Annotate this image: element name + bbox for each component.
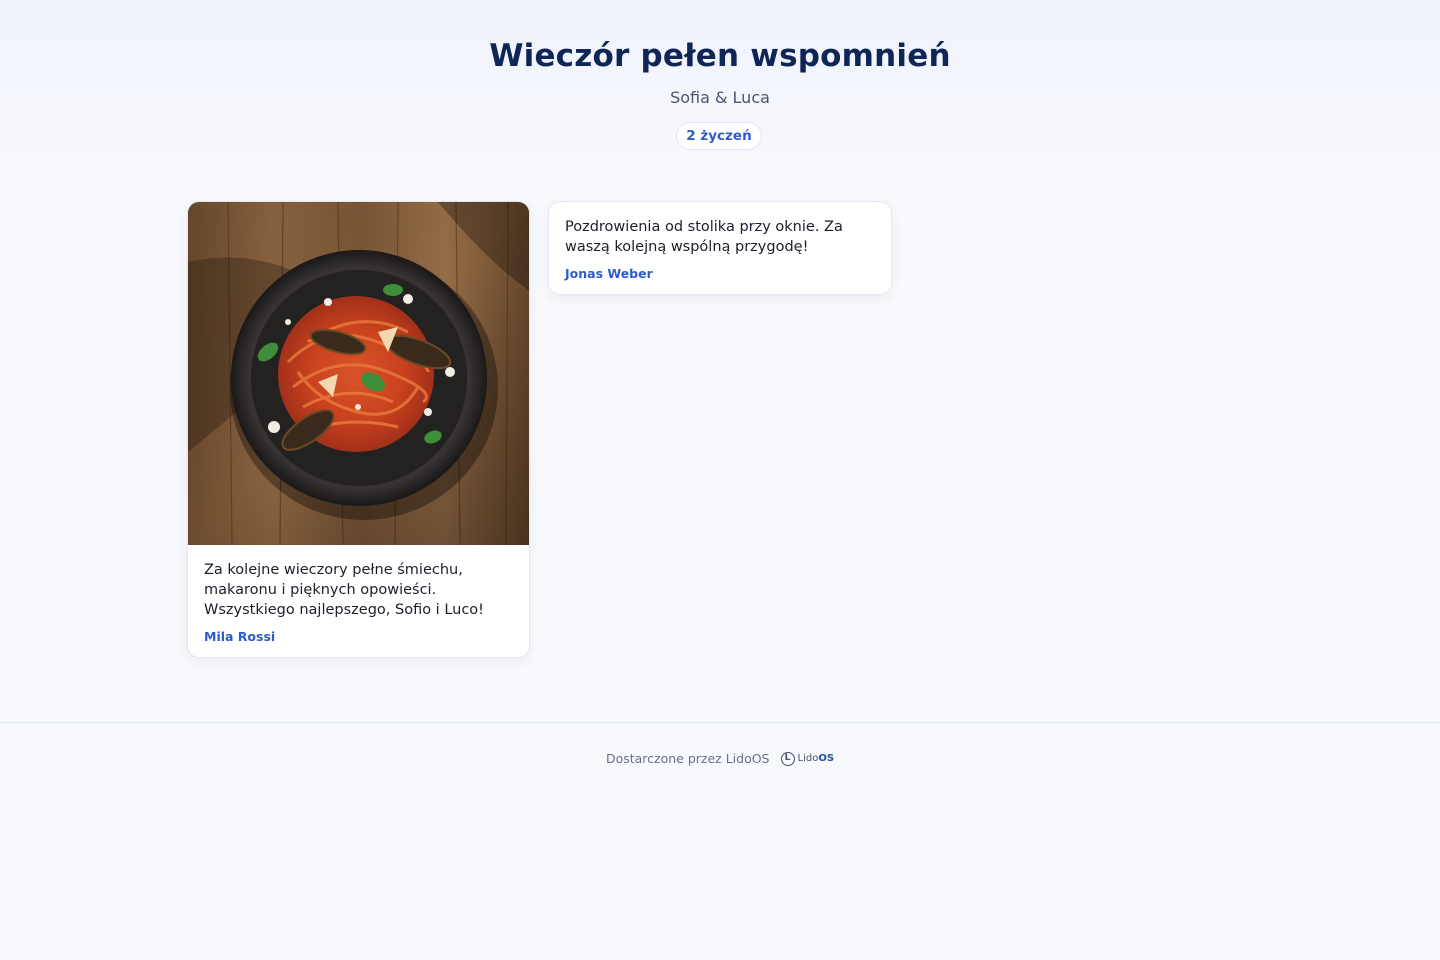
wish-card[interactable]: Za kolejne wieczory pełne śmiechu, makar… bbox=[187, 201, 530, 658]
wish-author: Mila Rossi bbox=[204, 629, 276, 644]
pasta-photo[interactable] bbox=[188, 202, 530, 545]
couple-names: Sofia & Luca bbox=[670, 88, 770, 107]
page: Wieczór pełen wspomnień Sofia & Luca 2 ż… bbox=[0, 0, 1440, 960]
lidoos-logo[interactable]: L LidoOS bbox=[780, 751, 835, 766]
lido-brand-text: Lido bbox=[797, 753, 819, 764]
footer-divider bbox=[0, 722, 1440, 723]
wish-author: Jonas Weber bbox=[565, 266, 653, 281]
lido-logo-icon: L bbox=[780, 751, 795, 766]
lido-brand-name: LidoOS bbox=[798, 753, 835, 764]
page-title: Wieczór pełen wspomnień bbox=[489, 38, 951, 74]
footer: Dostarczone przez LidoOS L LidoOS bbox=[0, 751, 1440, 771]
wishes-count-badge: 2 życzeń bbox=[676, 122, 762, 150]
powered-by-text: Dostarczone przez LidoOS bbox=[605, 751, 770, 766]
lido-brand-os: OS bbox=[818, 753, 835, 764]
wish-message: Pozdrowienia od stolika przy oknie. Za w… bbox=[565, 219, 843, 255]
wish-message: Za kolejne wieczory pełne śmiechu, makar… bbox=[204, 562, 484, 618]
wish-card[interactable]: Pozdrowienia od stolika przy oknie. Za w… bbox=[548, 201, 892, 295]
